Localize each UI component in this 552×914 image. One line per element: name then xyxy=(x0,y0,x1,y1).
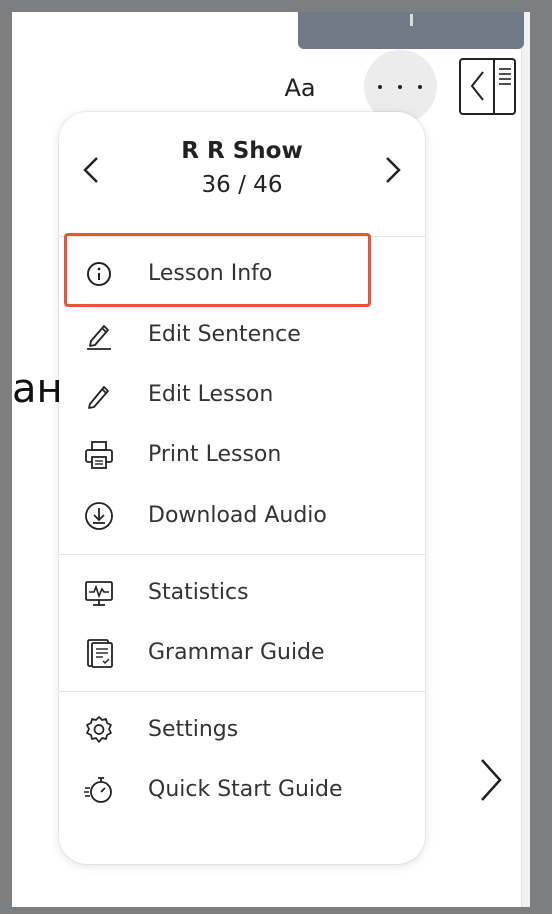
menu-item-label: Download Audio xyxy=(148,503,327,528)
stopwatch-icon xyxy=(83,774,115,806)
lesson-title: R R Show xyxy=(181,138,303,164)
menu-item-label: Edit Lesson xyxy=(148,382,274,407)
statistics-icon xyxy=(83,577,115,609)
menu-divider xyxy=(59,236,425,237)
menu-divider xyxy=(59,554,425,555)
next-page-button[interactable] xyxy=(474,754,506,806)
menu-item-edit-sentence[interactable]: Edit Sentence xyxy=(65,310,369,360)
info-icon xyxy=(83,258,115,290)
edit-sentence-icon xyxy=(83,319,115,351)
pencil-icon xyxy=(83,379,115,411)
menu-item-label: Statistics xyxy=(148,580,249,605)
ellipsis-icon xyxy=(378,85,382,89)
sidebar-toggle-icon xyxy=(459,58,516,115)
menu-item-edit-lesson[interactable]: Edit Lesson xyxy=(65,370,369,420)
chevron-right-icon xyxy=(481,759,502,801)
chevron-right-icon xyxy=(386,157,401,183)
menu-header: R R Show 36 / 46 xyxy=(59,112,425,236)
menu-item-label: Grammar Guide xyxy=(148,640,325,665)
menu-item-label: Quick Start Guide xyxy=(148,777,343,802)
download-icon xyxy=(83,500,115,532)
printer-icon xyxy=(83,439,115,471)
menu-item-label: Settings xyxy=(148,717,239,742)
next-lesson-button[interactable] xyxy=(381,152,405,188)
gear-icon xyxy=(83,714,115,746)
lesson-progress: 36 / 46 xyxy=(201,172,283,198)
grammar-guide-icon xyxy=(83,637,115,669)
page-scrollbar[interactable] xyxy=(521,12,530,907)
top-tab[interactable] xyxy=(298,12,524,49)
menu-item-grammar-guide[interactable]: Grammar Guide xyxy=(65,628,369,678)
menu-item-download-audio[interactable]: Download Audio xyxy=(65,491,369,541)
menu-item-label: Edit Sentence xyxy=(148,322,301,347)
font-size-button[interactable]: Aa xyxy=(272,70,328,106)
menu-item-label: Lesson Info xyxy=(148,261,273,286)
menu-item-lesson-info[interactable]: Lesson Info xyxy=(65,249,369,299)
menu-item-label: Print Lesson xyxy=(148,442,282,467)
menu-divider xyxy=(59,691,425,692)
menu-item-quick-start-guide[interactable]: Quick Start Guide xyxy=(65,765,369,815)
options-menu: R R Show 36 / 46 Lesson Info Edit Senten… xyxy=(59,112,425,864)
menu-item-statistics[interactable]: Statistics xyxy=(65,568,369,618)
sidebar-toggle-button[interactable] xyxy=(459,58,516,115)
menu-item-settings[interactable]: Settings xyxy=(65,705,369,755)
menu-item-print-lesson[interactable]: Print Lesson xyxy=(65,430,369,480)
